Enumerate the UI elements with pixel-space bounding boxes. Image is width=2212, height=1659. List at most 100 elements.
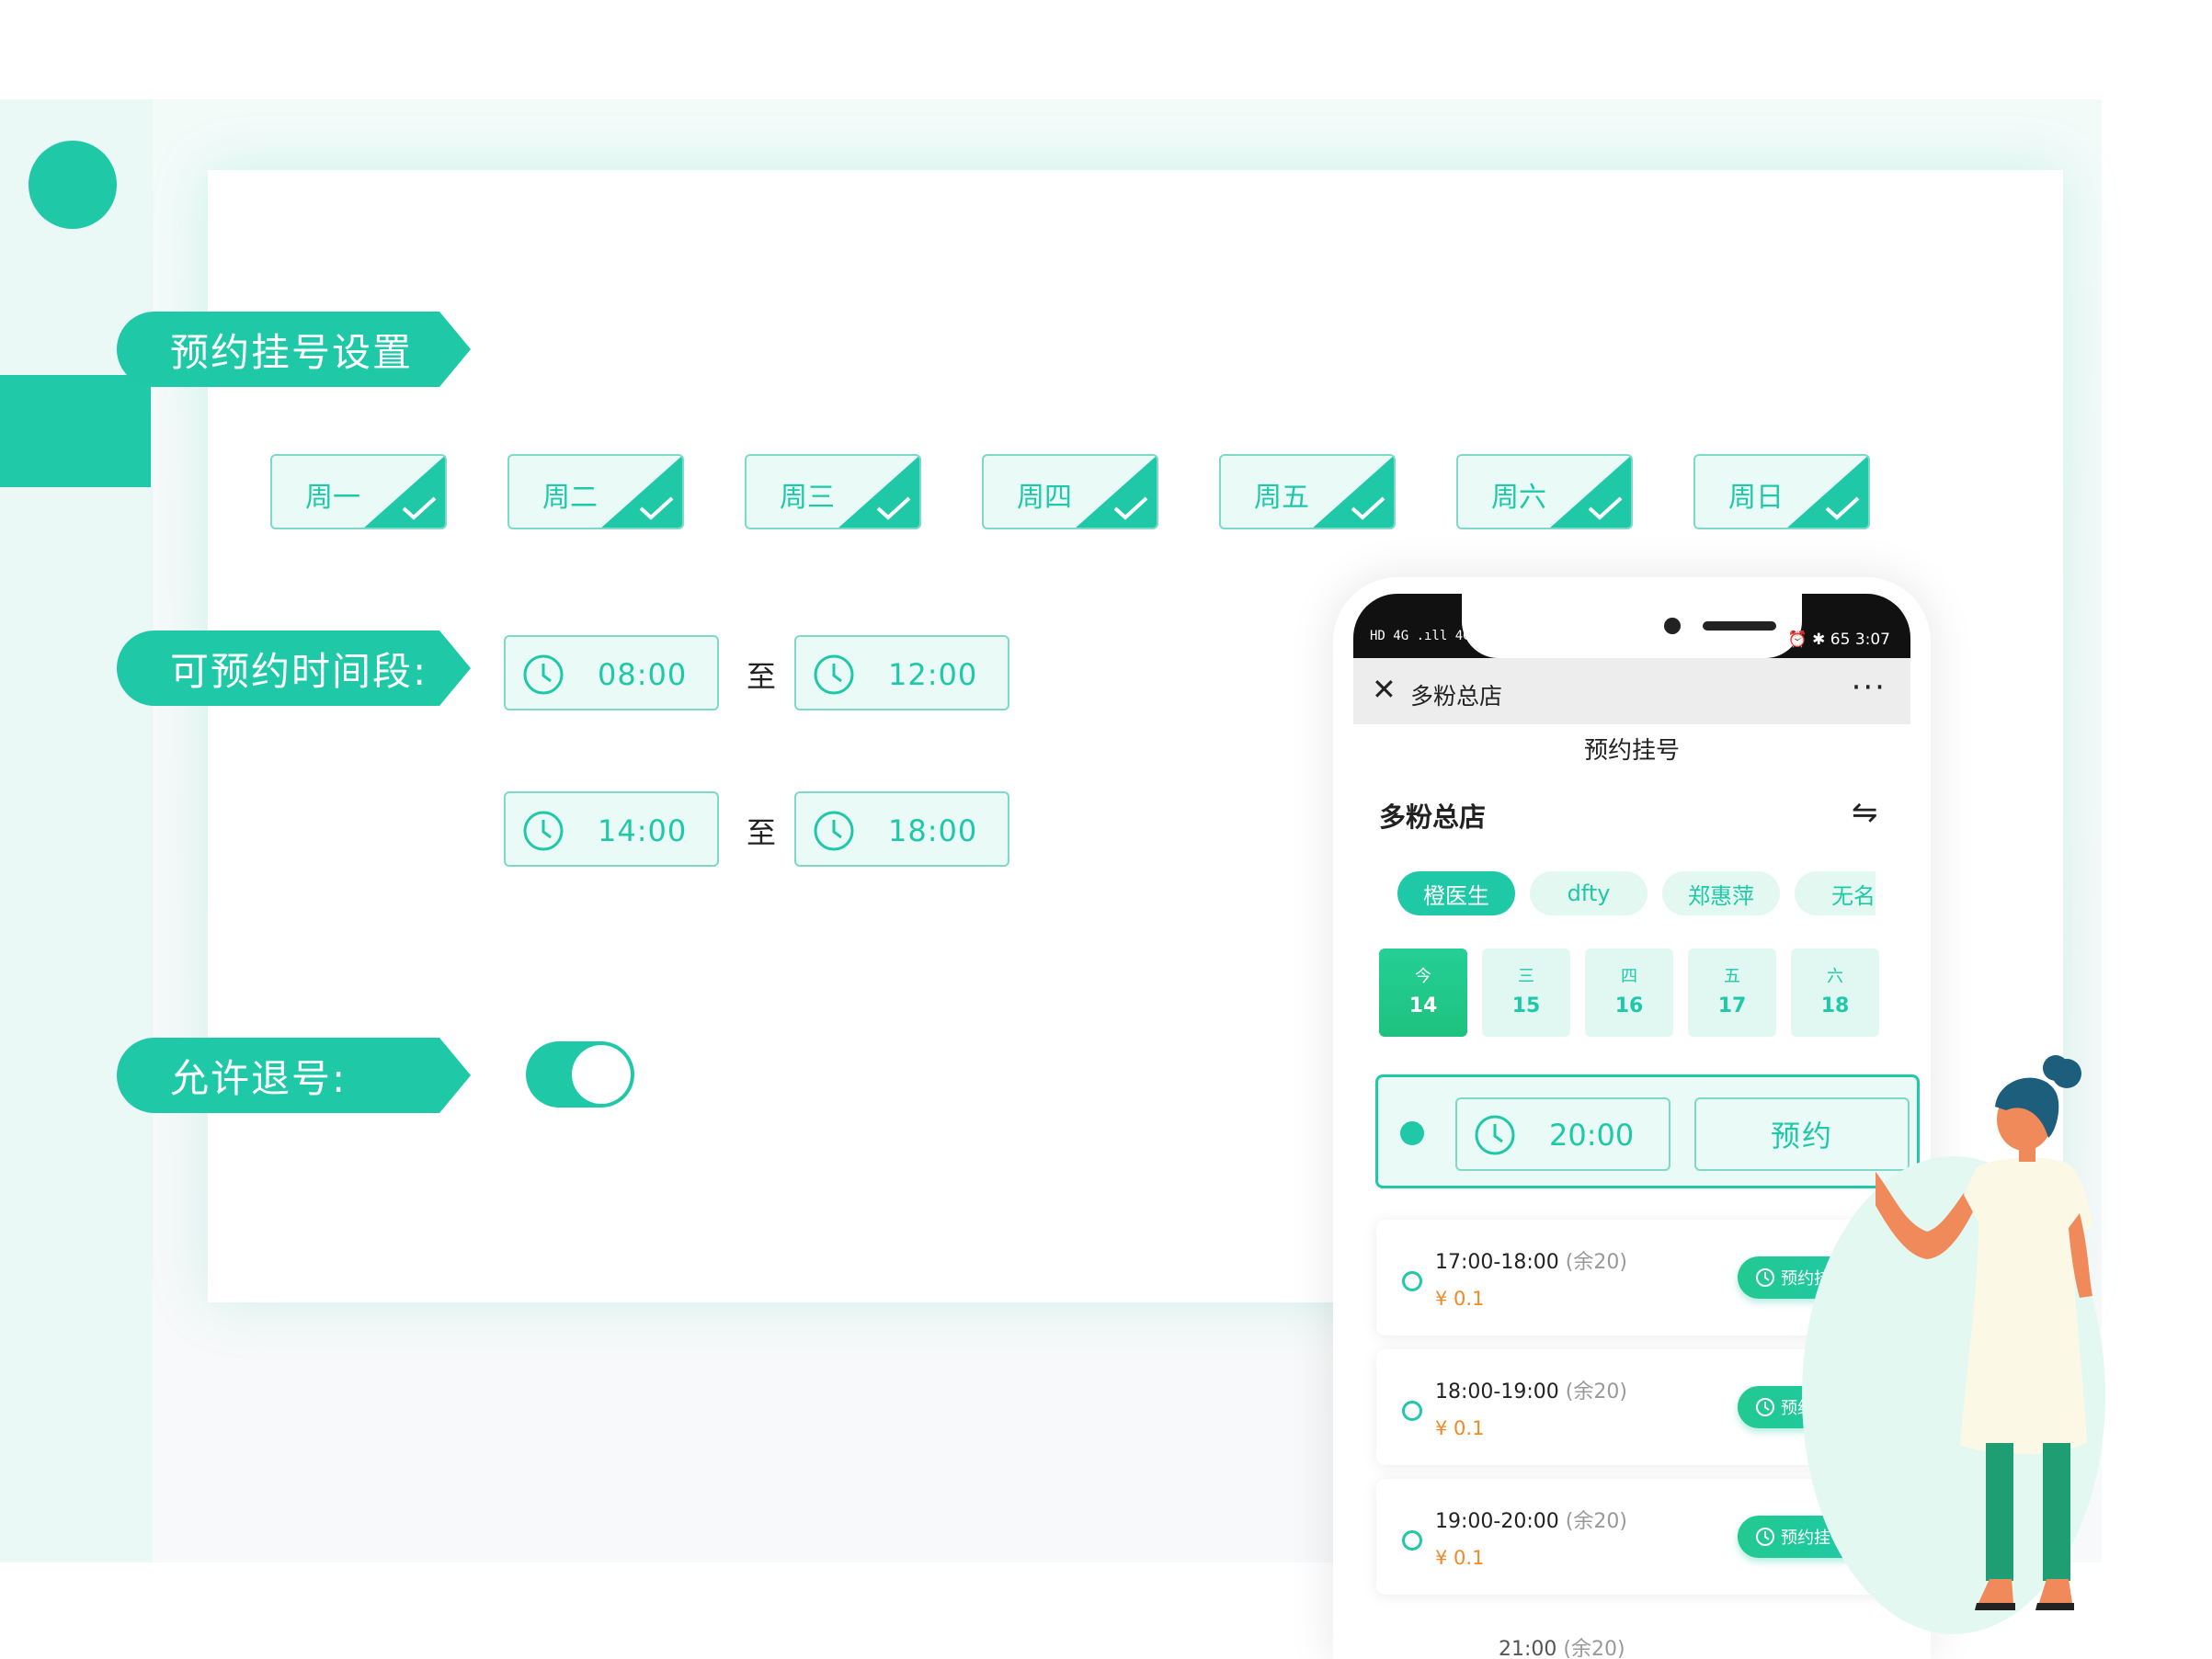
mini-app-navbar: ✕ 多粉总店 ··· <box>1353 658 1910 724</box>
date-item[interactable]: 五 17 <box>1688 949 1776 1037</box>
day-label: 周三 <box>780 482 835 514</box>
slot-remaining: (余20) <box>1563 1638 1625 1659</box>
selected-time-box[interactable]: 20:00 <box>1455 1097 1670 1171</box>
clock-icon <box>1475 1115 1515 1155</box>
day-chip-tue[interactable]: 周二 <box>507 454 684 529</box>
switch-store-icon[interactable]: ⇋ <box>1852 794 1878 831</box>
end-time-input-2[interactable]: 18:00 <box>794 791 1009 867</box>
slot-time-range: 17:00-18:00 <box>1435 1251 1559 1274</box>
day-chip-thu[interactable]: 周四 <box>982 454 1158 529</box>
date-day: 18 <box>1820 994 1850 1017</box>
slot-time: 18:00-19:00 (余20) <box>1435 1375 1627 1404</box>
slot-time: 17:00-18:00 (余20) <box>1435 1245 1627 1275</box>
close-icon[interactable]: ✕ <box>1372 675 1397 704</box>
date-weekday: 六 <box>1827 967 1843 986</box>
status-time: ⏰ ✱ 65 3:07 <box>1787 631 1890 649</box>
slot-remaining: (余20) <box>1565 1510 1627 1533</box>
time-value: 20:00 <box>1549 1118 1635 1153</box>
start-time-input-2[interactable]: 14:00 <box>504 791 719 867</box>
decor-block <box>0 375 151 487</box>
doctor-tabs: 橙医生 dfty 郑惠萍 无名 <box>1397 871 1876 919</box>
date-day: 17 <box>1717 994 1747 1017</box>
check-icon <box>1113 496 1148 520</box>
store-name: 多粉总店 <box>1379 801 1487 833</box>
range-separator: 至 <box>747 659 777 694</box>
day-label: 周四 <box>1017 482 1072 514</box>
slot-time-range: 18:00-19:00 <box>1435 1381 1559 1403</box>
phone-notch <box>1462 594 1802 658</box>
clock-icon <box>523 811 564 851</box>
check-icon <box>639 496 674 520</box>
date-item[interactable]: 六 18 <box>1791 949 1879 1037</box>
decor-circle <box>29 141 117 229</box>
check-icon <box>1351 496 1385 520</box>
slot-remaining: (余20) <box>1565 1381 1627 1403</box>
navbar-title: 多粉总店 <box>1410 683 1503 710</box>
doctor-name: dfty <box>1567 881 1611 906</box>
day-chip-wed[interactable]: 周三 <box>745 454 921 529</box>
clock-icon <box>814 654 854 695</box>
date-item[interactable]: 今 14 <box>1379 949 1467 1037</box>
section-title: 预约挂号设置 <box>170 329 414 375</box>
day-label: 周六 <box>1491 482 1546 514</box>
slot-price: ¥ 0.1 <box>1435 1417 1485 1439</box>
slot-radio[interactable] <box>1402 1271 1422 1291</box>
selected-radio[interactable] <box>1400 1121 1424 1145</box>
date-day: 14 <box>1408 994 1438 1017</box>
allow-refund-toggle[interactable] <box>526 1041 634 1108</box>
time-value: 12:00 <box>888 657 978 692</box>
doctor-tab[interactable]: 郑惠萍 <box>1662 871 1780 915</box>
nurse-illustration <box>1876 1055 2092 1610</box>
section-tag-time-range: 可预约时间段: <box>117 631 471 706</box>
end-time-input-1[interactable]: 12:00 <box>794 635 1009 710</box>
day-chip-fri[interactable]: 周五 <box>1219 454 1396 529</box>
toggle-knob <box>572 1045 631 1104</box>
doctor-tab[interactable]: 无名 <box>1795 871 1876 915</box>
clock-icon <box>1756 1398 1774 1416</box>
day-label: 周一 <box>305 482 360 514</box>
time-value: 08:00 <box>598 657 688 692</box>
more-icon[interactable]: ··· <box>1852 669 1887 706</box>
clock-icon <box>1756 1528 1774 1546</box>
slot-radio[interactable] <box>1402 1401 1422 1421</box>
day-chip-mon[interactable]: 周一 <box>270 454 447 529</box>
date-weekday: 三 <box>1518 967 1534 986</box>
check-icon <box>402 496 437 520</box>
slot-partial: 21:00 (余20) <box>1499 1632 1625 1659</box>
doctor-name: 无名 <box>1831 882 1876 909</box>
day-label: 周二 <box>542 482 598 514</box>
page-title: 预约挂号 <box>1583 737 1680 765</box>
start-time-input-1[interactable]: 08:00 <box>504 635 719 710</box>
day-chip-sun[interactable]: 周日 <box>1693 454 1870 529</box>
day-label: 周日 <box>1728 482 1784 514</box>
date-item[interactable]: 四 16 <box>1585 949 1673 1037</box>
date-day: 15 <box>1511 994 1541 1017</box>
doctor-tab[interactable]: dfty <box>1530 871 1648 915</box>
range-separator: 至 <box>747 815 777 850</box>
section-tag-booking-settings: 预约挂号设置 <box>117 312 471 387</box>
date-selector: 今 14 三 15 四 16 五 17 六 18 <box>1379 949 1890 1040</box>
clock-icon <box>1756 1268 1774 1287</box>
time-value: 14:00 <box>598 813 688 848</box>
slot-time: 19:00-20:00 (余20) <box>1435 1505 1627 1534</box>
selected-slot-row[interactable]: 20:00 预约 <box>1375 1074 1920 1188</box>
check-icon <box>876 496 911 520</box>
check-icon <box>1588 496 1623 520</box>
slot-radio[interactable] <box>1402 1530 1422 1551</box>
section-tag-allow-refund: 允许退号: <box>117 1038 471 1113</box>
clock-icon <box>523 654 564 695</box>
slot-card: 19:00-20:00 (余20) ¥ 0.1 预约挂号 <box>1376 1479 1887 1595</box>
slot-time-range: 21:00 <box>1499 1638 1557 1659</box>
day-label: 周五 <box>1254 482 1309 514</box>
status-bar: HD 4G .ıll 4G .ıll ⏰ ✱ 65 3:07 <box>1353 594 1910 658</box>
doctor-tab[interactable]: 橙医生 <box>1397 871 1515 915</box>
time-value: 18:00 <box>888 813 978 848</box>
slot-price: ¥ 0.1 <box>1435 1288 1485 1310</box>
date-day: 16 <box>1614 994 1644 1017</box>
date-weekday: 五 <box>1724 967 1740 986</box>
speaker-icon <box>1703 621 1776 631</box>
date-item[interactable]: 三 15 <box>1482 949 1570 1037</box>
day-chip-sat[interactable]: 周六 <box>1456 454 1633 529</box>
doctor-name: 橙医生 <box>1423 882 1489 909</box>
slot-remaining: (余20) <box>1565 1251 1627 1274</box>
